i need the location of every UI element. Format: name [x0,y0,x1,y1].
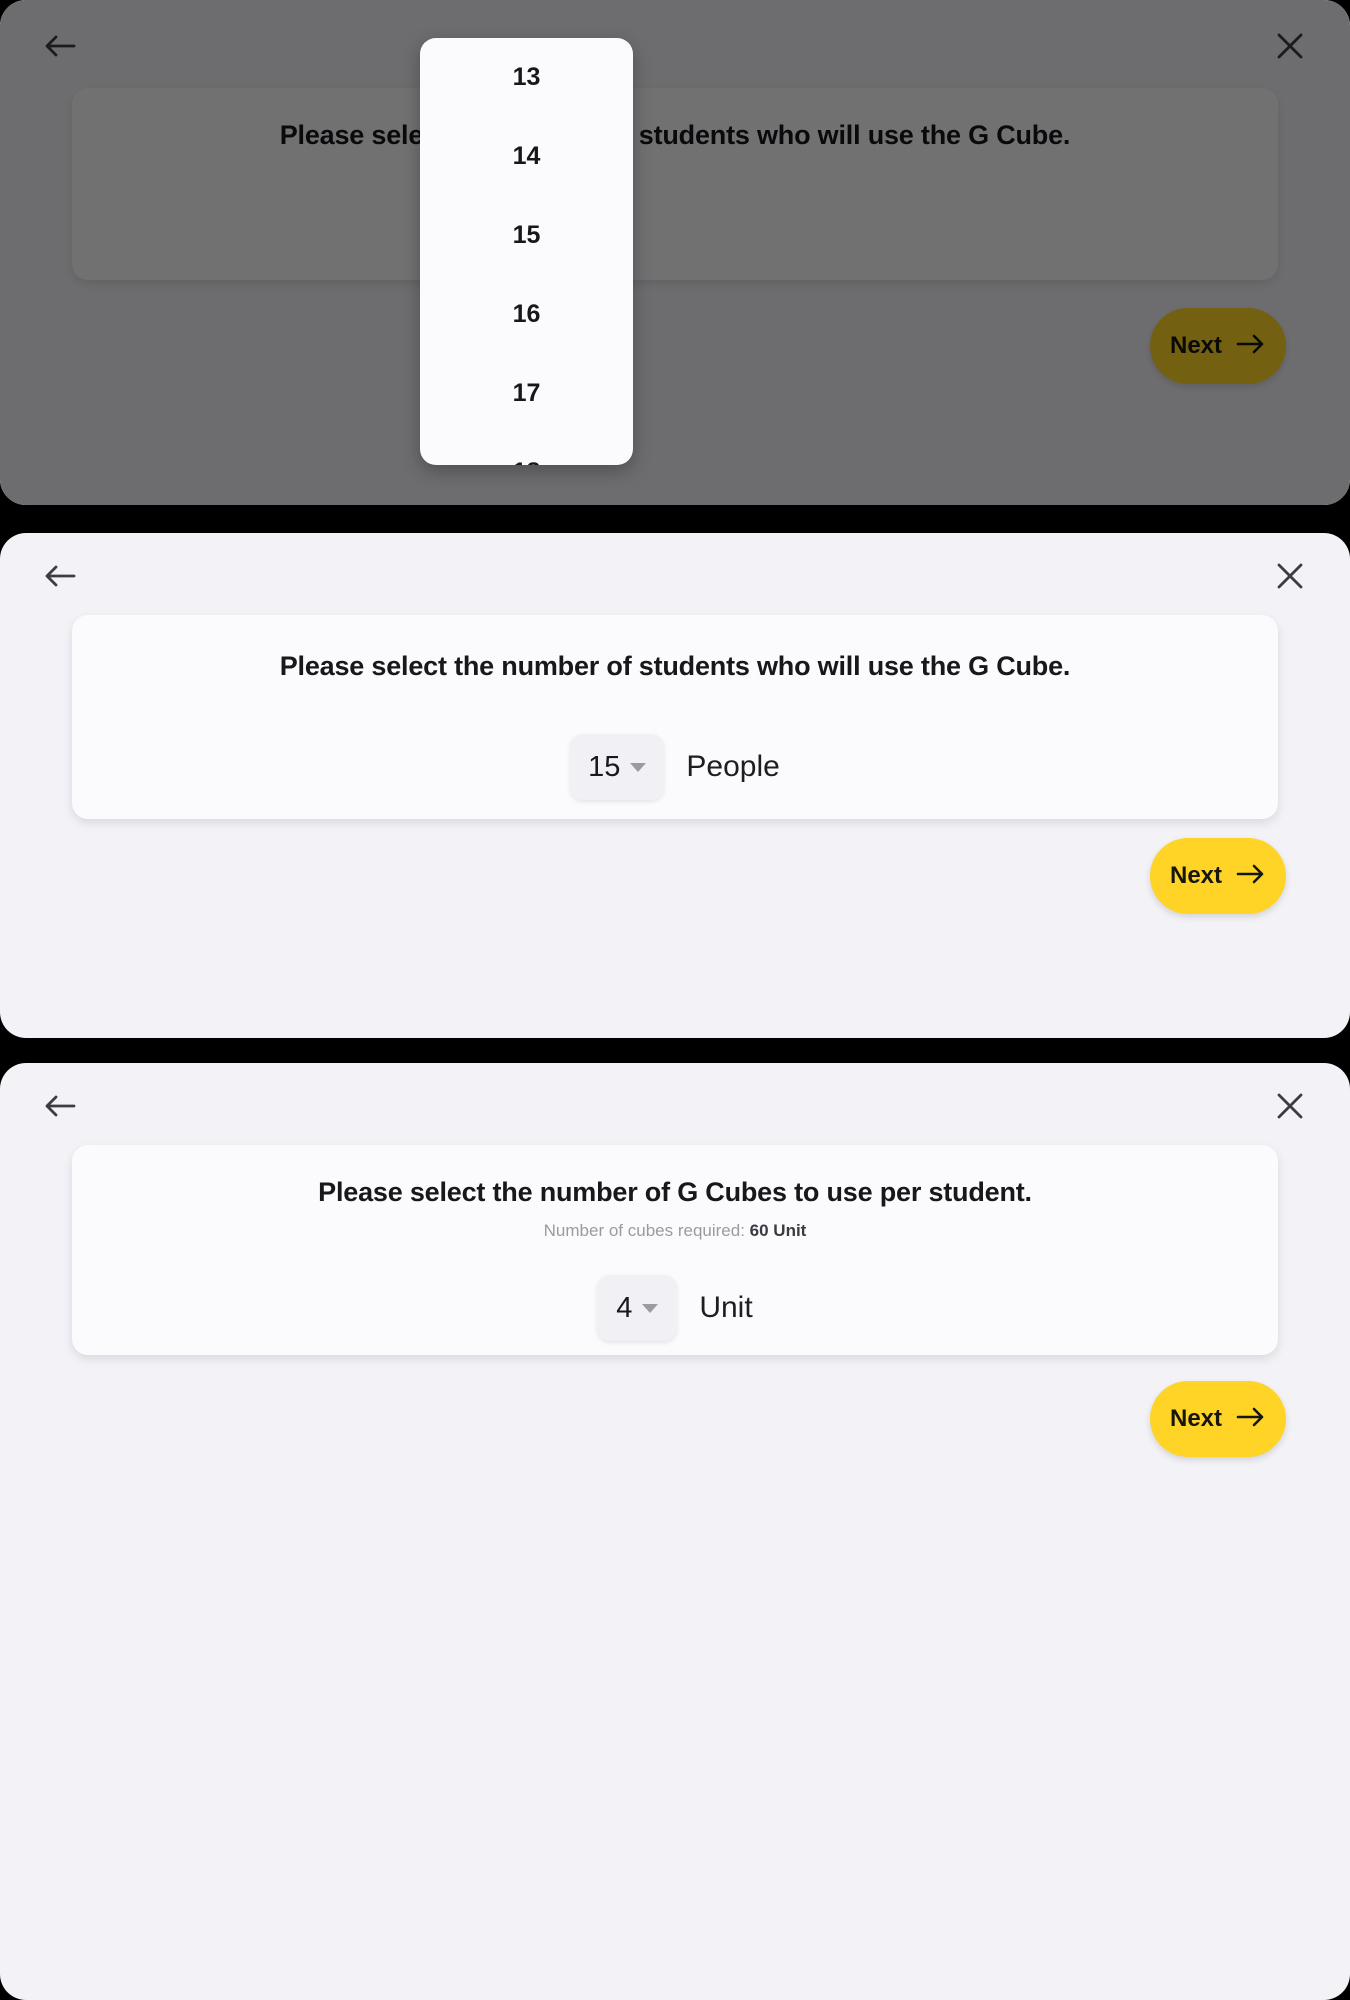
next-button[interactable]: Next [1150,1381,1286,1457]
picker-option[interactable]: 17 [420,354,633,433]
student-count-unit-label: People [686,750,780,783]
quantity-selector-row: 15 People [570,734,780,800]
cube-count-select[interactable]: 4 [597,1275,678,1341]
arrow-left-icon [43,562,77,590]
chevron-down-icon [630,762,647,772]
student-count-value: 15 [588,750,621,783]
panel-students-step-dimmed: Please select the number of students who… [0,0,1350,505]
page-title: Please select the number of students who… [279,651,1071,681]
close-icon [1275,1091,1305,1121]
next-button-label: Next [1169,1405,1223,1432]
quantity-selector-row: 4 Unit [597,1275,753,1341]
arrow-right-icon [1236,862,1266,891]
required-cubes-value: 60 Unit [749,1221,807,1240]
next-button-label: Next [1169,862,1223,889]
required-cubes-label: Number of cubes required: [543,1221,750,1240]
number-picker-dropdown[interactable]: 13 14 15 16 17 18 [420,38,633,465]
close-icon [1275,561,1305,591]
arrow-right-icon [1236,1405,1266,1434]
screenshot-root: Please select the number of students who… [0,0,1350,2000]
cube-count-unit-label: Unit [699,1291,753,1324]
back-button[interactable] [32,548,88,604]
student-count-select[interactable]: 15 [570,734,665,800]
arrow-left-icon [43,1092,77,1120]
page-title: Please select the number of G Cubes to u… [318,1177,1032,1207]
chevron-down-icon [642,1303,659,1313]
picker-option[interactable]: 14 [420,117,633,196]
close-button[interactable] [1262,548,1318,604]
required-cubes-note: Number of cubes required: 60 Unit [544,1221,807,1241]
picker-option[interactable]: 13 [420,38,633,117]
next-button[interactable]: Next [1150,838,1286,914]
question-card: Please select the number of G Cubes to u… [72,1145,1278,1355]
close-button[interactable] [1262,1078,1318,1134]
back-button[interactable] [32,1078,88,1134]
modal-scrim[interactable] [0,0,1350,505]
cube-count-value: 4 [616,1291,633,1324]
picker-option[interactable]: 18 [420,433,633,465]
picker-option[interactable]: 16 [420,275,633,354]
picker-option[interactable]: 15 [420,196,633,275]
question-card: Please select the number of students who… [72,615,1278,819]
